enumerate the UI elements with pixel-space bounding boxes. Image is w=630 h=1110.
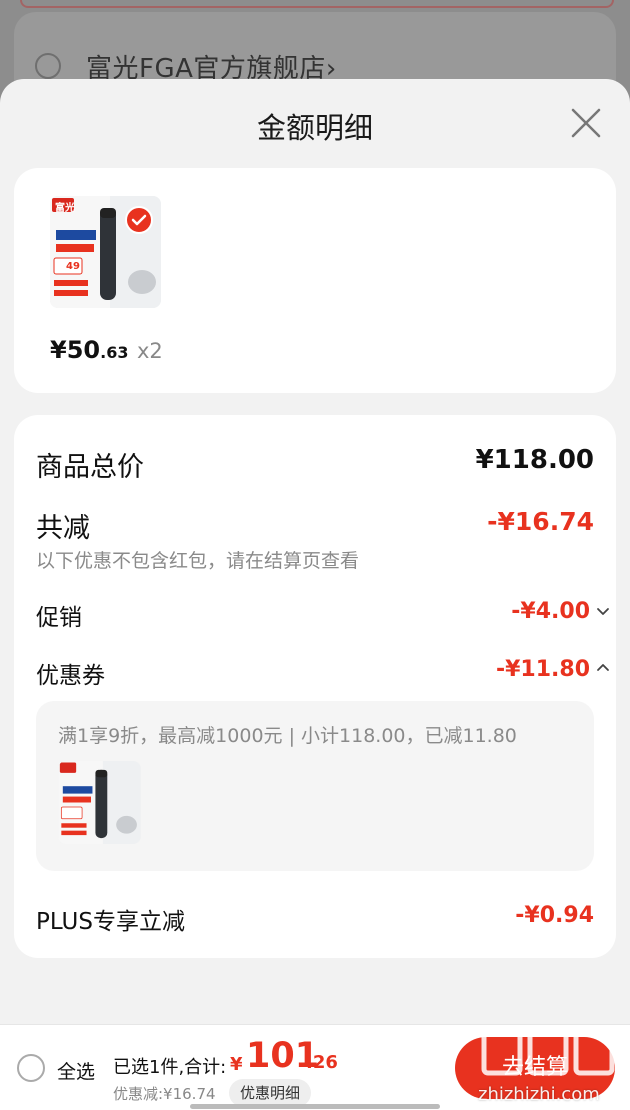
coupon-detail-box: 满1享9折，最高减1000元 | 小计118.00，已减11.80 bbox=[36, 701, 594, 871]
promotion-value[interactable]: -¥4.00 bbox=[511, 599, 590, 624]
coupon-product-thumbnail[interactable] bbox=[58, 761, 141, 844]
plus-discount-value: -¥0.94 bbox=[515, 903, 594, 928]
product-unit-price: ¥50.63 bbox=[50, 336, 129, 364]
discount-detail-button[interactable]: 优惠明细 bbox=[229, 1079, 312, 1107]
select-all-radio[interactable] bbox=[17, 1054, 45, 1082]
total-label: 商品总价 bbox=[36, 452, 144, 483]
discount-note: 以下优惠不包含红包，请在结算页查看 bbox=[36, 550, 360, 572]
select-all-label[interactable]: 全选 bbox=[57, 1057, 95, 1084]
background-card-edge bbox=[20, 0, 614, 8]
watermark-text: zhizhizhi.com bbox=[478, 1084, 600, 1105]
coupon-value[interactable]: -¥11.80 bbox=[496, 657, 590, 682]
thumb-brand-text: 富光 bbox=[55, 203, 75, 214]
discount-summary: 优惠减:¥16.74 bbox=[113, 1085, 216, 1103]
background-shop-radio bbox=[35, 53, 61, 79]
chevron-up-icon[interactable] bbox=[596, 660, 610, 674]
product-card: 富光 49 ¥50.63 x2 bbox=[14, 168, 616, 393]
selected-count-text: 已选1件,合计: bbox=[113, 1057, 227, 1078]
promotion-label[interactable]: 促销 bbox=[36, 598, 82, 632]
product-thumbnail[interactable]: 富光 49 bbox=[50, 196, 161, 308]
reduce-label: 共减 bbox=[36, 513, 90, 544]
sum-currency: ¥ bbox=[230, 1054, 243, 1075]
product-quantity: x2 bbox=[137, 339, 163, 363]
reduce-value: -¥16.74 bbox=[487, 507, 594, 536]
thumb-price-text: 49 bbox=[66, 261, 80, 272]
breakdown-card: 商品总价 ¥118.00 共减 -¥16.74 以下优惠不包含红包，请在结算页查… bbox=[14, 415, 616, 958]
coupon-label[interactable]: 优惠券 bbox=[36, 656, 105, 690]
check-icon bbox=[125, 206, 153, 234]
home-indicator bbox=[190, 1104, 440, 1109]
amount-detail-sheet: 金额明细 富光 49 ¥50.63 x2 商品总价 ¥118.00 共减 -¥1… bbox=[0, 79, 630, 1109]
total-value: ¥118.00 bbox=[475, 445, 594, 475]
coupon-detail-text: 满1享9折，最高减1000元 | 小计118.00，已减11.80 bbox=[58, 725, 517, 747]
plus-discount-label: PLUS专享立减 bbox=[36, 909, 185, 935]
sheet-title: 金额明细 bbox=[256, 111, 373, 145]
sum-decimal: .26 bbox=[306, 1052, 338, 1073]
close-icon[interactable] bbox=[568, 105, 604, 141]
coupon-product-image bbox=[58, 761, 141, 844]
chevron-down-icon[interactable] bbox=[596, 604, 610, 618]
